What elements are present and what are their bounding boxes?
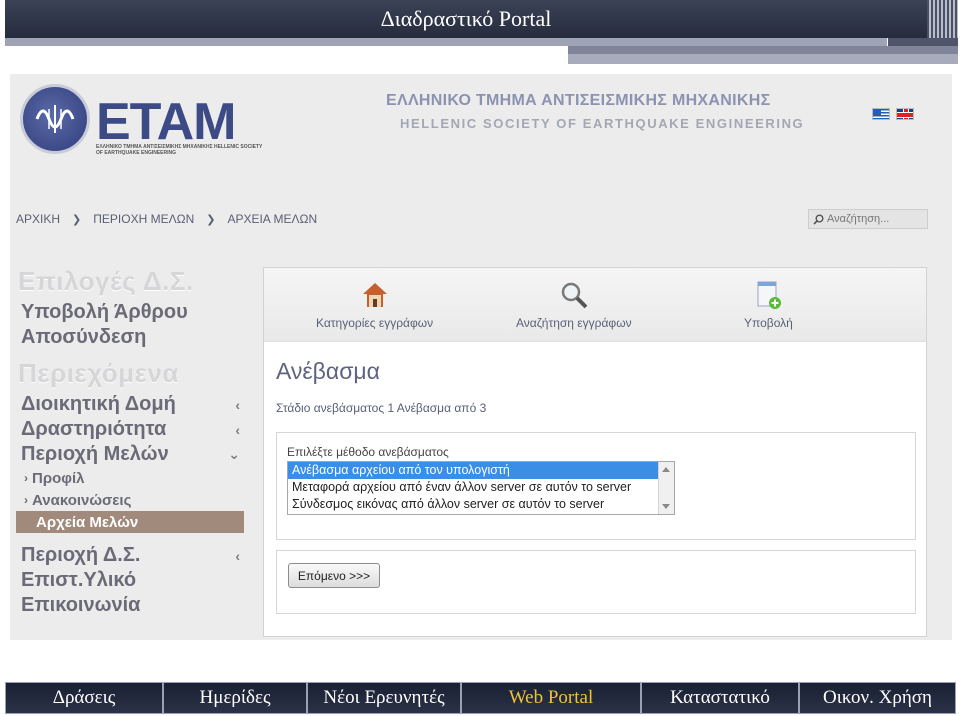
document-add-icon [753, 280, 783, 310]
toolbar-submit-label: Υποβολή [744, 316, 793, 330]
nav-item-web-portal[interactable]: Web Portal [462, 683, 642, 713]
chevron-right-icon: ❯ [206, 213, 216, 226]
toolbar-search-documents-button[interactable]: Αναζήτηση εγγράφων [516, 280, 632, 330]
title-stripes-decoration [927, 0, 958, 38]
sidebar-subitem-profile[interactable]: › Προφίλ [10, 467, 250, 489]
sidebar-item-label: Περιοχή Μελών [21, 443, 169, 465]
sidebar-item-label: Υποβολή Άρθρου [21, 301, 188, 323]
nav-item-workshops[interactable]: Ημερίδες [164, 683, 308, 713]
upload-method-option[interactable]: Μεταφορά αρχείου από έναν άλλον server σ… [288, 479, 658, 496]
page-title: Ανέβασμα [276, 358, 380, 384]
breadcrumb-member-files[interactable]: ΑΡΧΕΙΑ ΜΕΛΩΝ [227, 212, 317, 226]
document-toolbar: Κατηγορίες εγγράφων Αναζήτηση εγγράφων Υ… [264, 268, 926, 342]
sidebar-item-label: Επιστ.Υλικό [21, 569, 137, 591]
nav-item-financial-use[interactable]: Οικον. Χρήση [800, 683, 955, 713]
chevron-left-icon: ‹ [235, 396, 240, 413]
sidebar-item-label: Διοικητική Δομή [21, 393, 176, 415]
chevron-right-icon: ❯ [72, 213, 82, 226]
upload-method-box: Επιλέξτε μέθοδο ανεβάσματος Ανέβασμα αρχ… [276, 432, 916, 540]
chevron-left-icon: ‹ [235, 421, 240, 438]
breadcrumb-home[interactable]: ΑΡΧΙΚΗ [16, 212, 60, 226]
logo-wordmark[interactable]: ETAM [96, 92, 236, 152]
sidebar-item-label: Αποσύνδεση [21, 326, 147, 348]
slide-title: Διαδραστικό Portal [380, 6, 552, 31]
sidebar-subitem-label: Αρχεία Μελών [36, 513, 139, 531]
chevron-right-icon: › [24, 471, 28, 485]
greek-flag-icon[interactable] [872, 108, 890, 120]
decoration-line [568, 54, 958, 64]
breadcrumb: ΑΡΧΙΚΗ ❯ ΠΕΡΙΟΧΗ ΜΕΛΩΝ ❯ ΑΡΧΕΙΑ ΜΕΛΩΝ [16, 212, 317, 226]
site-header: ETAM ΕΛΛΗΝΙΚΟ ΤΜΗΜΑ ΑΝΤΙΣΕΙΣΜΙΚΗΣ ΜΗΧΑΝΙ… [10, 74, 952, 194]
sidebar-heading-board-options: Επιλογές Δ.Σ. [18, 266, 194, 296]
org-name-english: HELLENIC SOCIETY OF EARTHQUAKE ENGINEERI… [400, 116, 805, 131]
sidebar-item-submit-article[interactable]: Υποβολή Άρθρου [10, 300, 250, 325]
bottom-navigation: Δράσεις Ημερίδες Νέοι Ερευνητές Web Port… [5, 682, 956, 714]
next-button[interactable]: Επόμενο >>> [288, 563, 380, 588]
chevron-right-icon: › [24, 493, 28, 507]
nav-item-statute[interactable]: Καταστατικό [642, 683, 800, 713]
breadcrumb-members-area[interactable]: ΠΕΡΙΟΧΗ ΜΕΛΩΝ [93, 212, 194, 226]
upload-method-listbox[interactable]: Ανέβασμα αρχείου από τον υπολογιστή Μετα… [287, 461, 675, 515]
listbox-scrollbar[interactable] [658, 462, 674, 514]
website-screenshot: ETAM ΕΛΛΗΝΙΚΟ ΤΜΗΜΑ ΑΝΤΙΣΕΙΣΜΙΚΗΣ ΜΗΧΑΝΙ… [10, 74, 952, 640]
decoration-line [5, 38, 887, 46]
decoration-line [568, 46, 958, 54]
toolbar-categories-button[interactable]: Κατηγορίες εγγράφων [316, 280, 433, 330]
sidebar-item-scientific-material[interactable]: Επιστ.Υλικό [10, 568, 250, 593]
sidebar-heading-contents: Περιεχόμενα [18, 358, 179, 388]
search-box[interactable] [808, 209, 928, 229]
sidebar-item-label: Επικοινωνία [21, 594, 141, 616]
upload-step-text: Στάδιο ανεβάσματος 1 Ανέβασμα από 3 [276, 401, 487, 415]
sidebar-item-contact[interactable]: Επικοινωνία [10, 593, 250, 618]
scroll-down-icon[interactable] [662, 504, 670, 509]
logo-emblem-icon[interactable] [20, 84, 90, 154]
sidebar-item-board-area[interactable]: Περιοχή Δ.Σ. ‹ [10, 543, 250, 568]
main-panel: Κατηγορίες εγγράφων Αναζήτηση εγγράφων Υ… [263, 267, 927, 637]
nav-item-actions[interactable]: Δράσεις [6, 683, 164, 713]
logo-subtitle: ΕΛΛΗΝΙΚΟ ΤΜΗΜΑ ΑΝΤΙΣΕΙΣΜΙΚΗΣ ΜΗΧΑΝΙΚΗΣ H… [96, 144, 263, 156]
upload-method-option[interactable]: Σύνδεσμος εικόνας από άλλον server σε αυ… [288, 496, 658, 513]
sidebar-item-logout[interactable]: Αποσύνδεση [10, 325, 250, 350]
sidebar-item-label: Περιοχή Δ.Σ. [21, 544, 141, 566]
sidebar-item-activity[interactable]: Δραστηριότητα ‹ [10, 417, 250, 442]
home-icon [360, 280, 390, 310]
upload-method-label: Επιλέξτε μέθοδο ανεβάσματος [287, 445, 449, 459]
sidebar-subitem-announcements[interactable]: › Ανακοινώσεις [10, 489, 250, 511]
search-input[interactable] [827, 213, 923, 225]
slide-title-bar: Διαδραστικό Portal [5, 0, 927, 38]
toolbar-search-documents-label: Αναζήτηση εγγράφων [516, 316, 632, 330]
sidebar-subitem-member-files[interactable]: Αρχεία Μελών [16, 511, 244, 533]
sidebar: Επιλογές Δ.Σ. Υποβολή Άρθρου Αποσύνδεση … [10, 266, 250, 618]
chevron-left-icon: ‹ [235, 547, 240, 564]
decoration-line [888, 38, 958, 46]
toolbar-submit-button[interactable]: Υποβολή [744, 280, 793, 330]
sidebar-item-label: Δραστηριότητα [21, 418, 167, 440]
scroll-up-icon[interactable] [662, 467, 670, 472]
magnifier-icon [559, 280, 589, 310]
sidebar-item-members-area[interactable]: Περιοχή Μελών ⌄ [10, 442, 250, 467]
sidebar-subitem-label: Προφίλ [32, 469, 85, 487]
sidebar-item-administration[interactable]: Διοικητική Δομή ‹ [10, 392, 250, 417]
toolbar-categories-label: Κατηγορίες εγγράφων [316, 316, 434, 330]
org-name-greek: ΕΛΛΗΝΙΚΟ ΤΜΗΜΑ ΑΝΤΙΣΕΙΣΜΙΚΗΣ ΜΗΧΑΝΙΚΗΣ [386, 92, 771, 109]
search-icon [813, 214, 824, 225]
uk-flag-icon[interactable] [896, 108, 914, 120]
nav-item-young-researchers[interactable]: Νέοι Ερευνητές [308, 683, 462, 713]
next-step-box: Επόμενο >>> [276, 550, 916, 614]
chevron-down-icon: ⌄ [228, 446, 240, 462]
upload-method-option[interactable]: Ανέβασμα αρχείου από τον υπολογιστή [288, 462, 658, 479]
sidebar-subitem-label: Ανακοινώσεις [32, 491, 132, 509]
